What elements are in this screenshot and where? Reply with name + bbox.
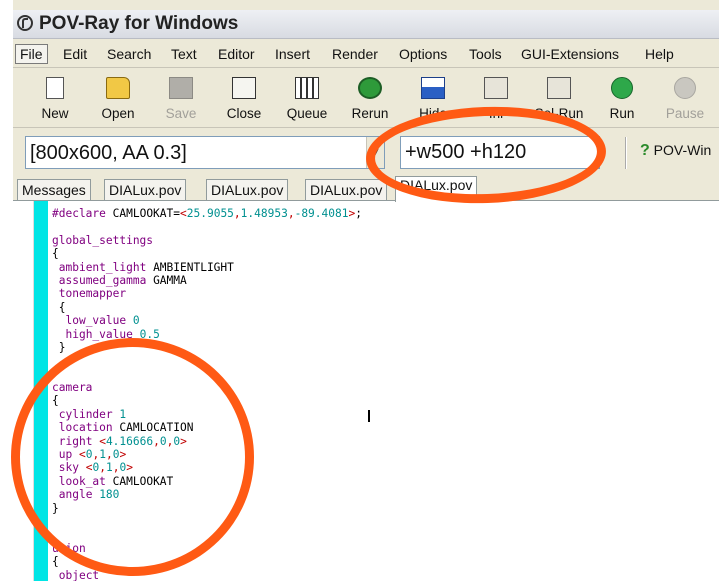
tab-dialux-1[interactable]: DIALux.pov: [104, 179, 187, 201]
povwin-help-label: POV-Win: [653, 142, 712, 158]
menu-insert[interactable]: Insert: [275, 46, 310, 62]
annotation-circle-camera: [11, 338, 254, 576]
povray-logo-icon: [17, 15, 33, 31]
resolution-select[interactable]: [800x600, AA 0.3] ▼: [25, 136, 385, 169]
rerun-label: Rerun: [351, 106, 389, 121]
tab-dialux-2[interactable]: DIALux.pov: [206, 179, 289, 201]
menu-edit[interactable]: Edit: [63, 46, 87, 62]
sel-run-icon: [547, 77, 571, 99]
run-label: Run: [609, 106, 635, 121]
menu-help[interactable]: Help: [645, 46, 674, 62]
editor-tabs: Messages DIALux.pov DIALux.pov DIALux.po…: [13, 176, 719, 202]
menu-bar: File Edit Search Text Editor Insert Rend…: [13, 42, 719, 68]
code-line: #declare CAMLOOKAT=<25.9055,1.48953,-89.…: [52, 207, 362, 220]
save-label: Save: [165, 106, 197, 121]
tab-dialux-3[interactable]: DIALux.pov: [305, 179, 388, 201]
menu-editor[interactable]: Editor: [218, 46, 255, 62]
code-line: {: [52, 247, 59, 261]
menu-gui-extensions[interactable]: GUI-Extensions: [521, 46, 619, 62]
tab-messages[interactable]: Messages: [17, 179, 91, 201]
close-button[interactable]: Close: [216, 72, 272, 126]
close-file-icon: [232, 77, 256, 99]
text-caret: [368, 410, 370, 422]
queue-label: Queue: [286, 106, 328, 121]
code-line: low_value 0: [65, 314, 140, 328]
pause-icon: [674, 77, 696, 99]
new-file-icon: [46, 77, 64, 99]
save-disk-icon: [169, 77, 193, 99]
open-folder-icon: [106, 77, 130, 99]
code-line: ambient_light AMBIENTLIGHT: [58, 260, 234, 274]
close-label: Close: [226, 106, 262, 121]
menu-options[interactable]: Options: [399, 46, 447, 62]
ini-icon: [484, 77, 508, 99]
code-line: high_value 0.5: [65, 327, 160, 341]
toolbar: New Open Save Close Queue Rerun Hide Ini…: [13, 70, 719, 128]
code-line: global_settings: [52, 233, 154, 247]
open-button[interactable]: Open: [90, 72, 146, 126]
run-icon: [611, 77, 633, 99]
window-title: POV-Ray for Windows: [39, 13, 239, 34]
code-line: tonemapper: [58, 287, 127, 301]
open-label: Open: [101, 106, 135, 121]
resolution-value: [800x600, AA 0.3]: [30, 142, 187, 164]
menu-search[interactable]: Search: [107, 46, 151, 62]
menu-tools[interactable]: Tools: [469, 46, 502, 62]
pause-label: Pause: [665, 106, 705, 121]
title-bar: POV-Ray for Windows: [13, 10, 719, 39]
help-question-icon: ?: [640, 142, 650, 159]
povwin-help-button[interactable]: ? POV-Win: [640, 142, 711, 160]
queue-icon: [295, 77, 319, 99]
pause-button[interactable]: Pause: [657, 72, 713, 126]
menu-text[interactable]: Text: [171, 46, 197, 62]
menu-file[interactable]: File: [15, 44, 48, 64]
toolbar-separator: [625, 137, 627, 169]
save-button[interactable]: Save: [153, 72, 209, 126]
code-line: assumed_gamma GAMMA: [58, 273, 187, 287]
rerun-icon: [358, 77, 382, 99]
new-button[interactable]: New: [27, 72, 83, 126]
new-label: New: [41, 106, 69, 121]
rerun-button[interactable]: Rerun: [342, 72, 398, 126]
menu-render[interactable]: Render: [332, 46, 378, 62]
run-button[interactable]: Run: [594, 72, 650, 126]
hide-window-icon: [421, 77, 445, 99]
code-line: {: [58, 300, 66, 314]
queue-button[interactable]: Queue: [279, 72, 335, 126]
